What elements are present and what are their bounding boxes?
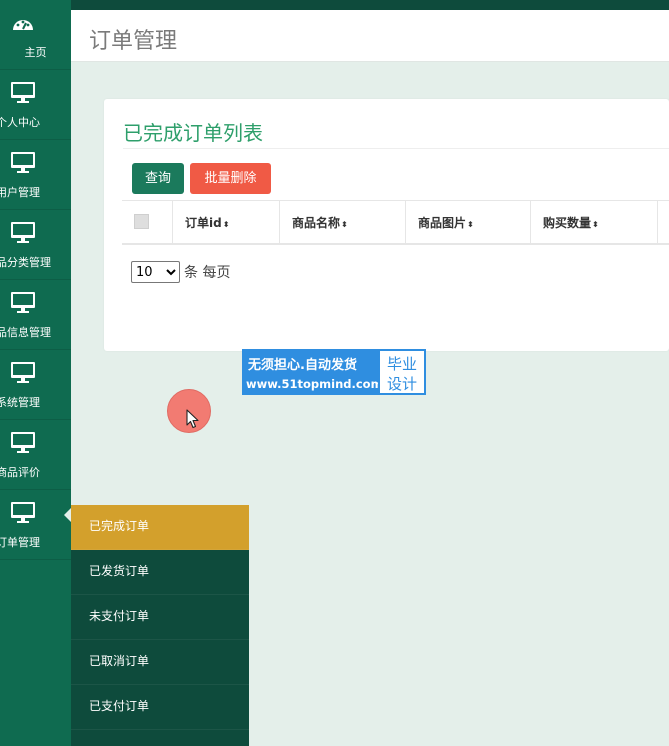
- sidebar-item-label: 个人中心: [0, 116, 40, 129]
- sort-icon: ⬍: [592, 220, 599, 229]
- mouse-pointer-icon: [186, 409, 199, 429]
- sort-icon: ⬍: [341, 220, 348, 229]
- column-header-more: [657, 201, 669, 245]
- monitor-icon: [11, 82, 35, 104]
- page-size-control: 10 条 每页: [131, 261, 230, 283]
- sidebar-item-orders[interactable]: 订单管理: [0, 490, 72, 560]
- submenu-item-shipped[interactable]: 已发货订单: [71, 550, 249, 595]
- monitor-icon: [11, 292, 35, 314]
- select-all-cell: [122, 201, 172, 245]
- sort-icon: ⬍: [467, 220, 474, 229]
- sidebar-item-system[interactable]: 系统管理: [0, 350, 71, 420]
- sidebar-item-label: 商品评价: [0, 466, 40, 479]
- sort-icon: ⬍: [222, 220, 230, 229]
- page-header: 订单管理: [71, 10, 669, 62]
- query-button[interactable]: 查询: [132, 163, 184, 194]
- column-label: 商品名称: [292, 216, 341, 230]
- watermark-right-line1: 毕业: [386, 355, 417, 373]
- column-header-product-name[interactable]: 商品名称⬍: [279, 201, 405, 245]
- batch-delete-button[interactable]: 批量删除: [190, 163, 271, 194]
- page-title: 订单管理: [89, 29, 178, 54]
- column-header-product-image[interactable]: 商品图片⬍: [405, 201, 530, 245]
- page-size-suffix: 条 每页: [184, 265, 231, 281]
- submenu-item-unpaid[interactable]: 未支付订单: [71, 595, 249, 640]
- watermark-logo: 无须担心.自动发货 www.51topmind.com 毕业 设计: [242, 349, 426, 395]
- watermark-line1: 无须担心.自动发货: [248, 358, 357, 373]
- monitor-icon: [11, 222, 35, 244]
- monitor-icon: [11, 152, 35, 174]
- monitor-icon: [11, 502, 35, 524]
- divider: [123, 148, 669, 149]
- column-header-quantity[interactable]: 购买数量⬍: [530, 201, 657, 245]
- watermark-line2: www.51topmind.com: [246, 377, 383, 391]
- submenu-item-completed[interactable]: 已完成订单: [71, 505, 249, 550]
- dashboard-icon: [11, 12, 35, 34]
- sidebar-item-home[interactable]: 主页: [0, 0, 71, 70]
- page-size-select[interactable]: 10: [131, 261, 180, 283]
- sidebar-item-product-info[interactable]: 品信息管理: [0, 280, 71, 350]
- sidebar-item-users[interactable]: 用户管理: [0, 140, 71, 210]
- select-all-checkbox[interactable]: [134, 214, 149, 229]
- sidebar-item-reviews[interactable]: 商品评价: [0, 420, 71, 490]
- monitor-icon: [11, 432, 35, 454]
- sidebar-item-label: 用户管理: [0, 186, 40, 199]
- orders-table-header: 订单id⬍ 商品名称⬍ 商品图片⬍ 购买数量⬍: [122, 200, 669, 245]
- column-label: 订单id: [185, 216, 222, 230]
- submenu-item-cancelled[interactable]: 已取消订单: [71, 640, 249, 685]
- sidebar-item-label: 品分类管理: [0, 256, 51, 269]
- column-label: 购买数量: [543, 216, 592, 230]
- watermark-left: 无须担心.自动发货 www.51topmind.com: [242, 349, 383, 395]
- card-title: 已完成订单列表: [123, 121, 263, 145]
- sidebar: 主页 个人中心 用户管理 品分类管理 品信息管理 系统管理 商品评价 订单管理: [0, 0, 72, 746]
- watermark-right: 毕业 设计: [378, 349, 426, 395]
- monitor-icon: [11, 362, 35, 384]
- order-list-card: 已完成订单列表 查询 批量删除 订单id⬍ 商品名称⬍ 商品图片⬍ 购买数量⬍ …: [104, 99, 669, 351]
- sidebar-item-label: 系统管理: [0, 396, 40, 409]
- sidebar-item-label: 订单管理: [0, 536, 40, 549]
- column-header-order-id[interactable]: 订单id⬍: [172, 201, 279, 245]
- sidebar-item-label: 品信息管理: [0, 326, 51, 339]
- sidebar-item-label: 主页: [24, 46, 47, 59]
- watermark-right-line2: 设计: [386, 375, 417, 393]
- sidebar-item-category[interactable]: 品分类管理: [0, 210, 71, 280]
- column-label: 商品图片: [418, 216, 467, 230]
- sidebar-item-profile[interactable]: 个人中心: [0, 70, 71, 140]
- orders-submenu: 已完成订单 已发货订单 未支付订单 已取消订单 已支付订单: [71, 505, 249, 746]
- top-bar: [0, 0, 669, 10]
- submenu-item-paid[interactable]: 已支付订单: [71, 685, 249, 730]
